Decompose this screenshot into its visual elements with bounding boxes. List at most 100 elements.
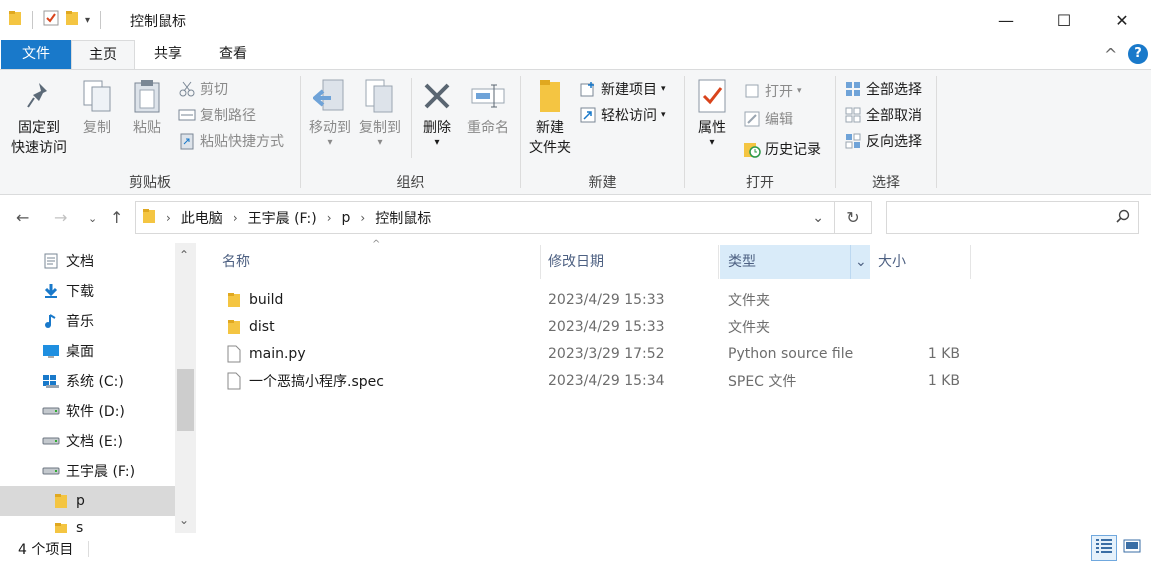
music-icon [42, 312, 60, 330]
breadcrumb-p[interactable]: p [342, 210, 351, 226]
search-input[interactable] [886, 201, 1139, 234]
tab-file[interactable]: 文件 [1, 40, 71, 69]
copy-button[interactable]: 复制 [76, 78, 118, 138]
details-view-button[interactable] [1091, 535, 1117, 561]
column-divider[interactable] [718, 245, 719, 279]
move-to-chevron-icon: ▾ [327, 137, 333, 148]
column-filter-chevron-icon[interactable]: ⌄ [850, 245, 870, 279]
pin-quick-access-button[interactable]: 固定到 快速访问 [6, 78, 72, 158]
address-dropdown-chevron-icon[interactable]: ⌄ [812, 210, 824, 226]
edit-button[interactable]: 编辑 [743, 108, 793, 130]
select-none-button[interactable]: 全部取消 [844, 104, 922, 126]
nav-item-desktop[interactable]: 桌面 [0, 336, 175, 366]
new-folder-label-line2: 文件夹 [529, 140, 571, 156]
file-type: Python source file [728, 345, 854, 362]
rename-button[interactable]: 重命名 [461, 78, 515, 138]
address-bar[interactable]: › 此电脑 › 王宇晨 (F:) › p › 控制鼠标 ⌄ [135, 201, 835, 234]
help-icon[interactable]: ? [1128, 44, 1148, 64]
file-row[interactable]: main.py 2023/3/29 17:52 Python source fi… [220, 340, 980, 367]
nav-item-documents[interactable]: 文档 [0, 246, 175, 276]
folder-icon [52, 492, 70, 510]
nav-item-drive-c[interactable]: 系统 (C:) [0, 366, 175, 396]
tab-home[interactable]: 主页 [71, 40, 135, 70]
nav-item-drive-e[interactable]: 文档 (E:) [0, 426, 175, 456]
customize-toolbar-chevron-icon[interactable]: ▾ [85, 15, 90, 26]
history-button[interactable]: 历史记录 [743, 138, 821, 160]
cut-label: 剪切 [200, 82, 228, 98]
select-group: 全部选择 全部取消 反向选择 选择 [836, 70, 936, 194]
paste-label: 粘贴 [133, 120, 161, 136]
scroll-up-chevron-icon[interactable]: ⌃ [179, 248, 189, 262]
nav-item-folder-p[interactable]: p [0, 486, 175, 516]
search-icon [1116, 209, 1130, 227]
window-title: 控制鼠标 [130, 14, 186, 30]
new-item-button[interactable]: 新建项目 ▾ [579, 78, 666, 100]
folder-icon [142, 208, 156, 228]
breadcrumb-chevron-icon[interactable]: › [166, 211, 171, 225]
breadcrumb-current-folder[interactable]: 控制鼠标 [375, 208, 431, 228]
breadcrumb-this-pc[interactable]: 此电脑 [181, 208, 223, 228]
close-button[interactable]: ✕ [1093, 0, 1151, 40]
paste-shortcut-button[interactable]: 粘贴快捷方式 [178, 130, 284, 152]
scrollbar-thumb[interactable] [177, 369, 194, 431]
copy-label: 复制 [83, 120, 111, 136]
forward-arrow-icon[interactable]: → [54, 208, 67, 227]
recent-locations-chevron-icon[interactable]: ⌄ [88, 212, 97, 225]
file-row[interactable]: 一个恶搞小程序.spec 2023/4/29 15:34 SPEC 文件 1 K… [220, 367, 980, 394]
column-header-type[interactable]: 类型 [720, 245, 850, 279]
nav-item-downloads[interactable]: 下载 [0, 276, 175, 306]
properties-button[interactable]: 属性 ▾ [689, 78, 735, 148]
large-icons-view-button[interactable] [1119, 535, 1145, 561]
refresh-button[interactable]: ↻ [835, 201, 872, 234]
document-icon [42, 252, 60, 270]
new-folder-button[interactable]: 新建 文件夹 [523, 78, 577, 158]
breadcrumb-chevron-icon[interactable]: › [327, 211, 332, 225]
open-button[interactable]: 打开 ▾ [743, 80, 802, 102]
up-arrow-icon[interactable]: ↑ [110, 208, 123, 227]
cut-button[interactable]: 剪切 [178, 78, 228, 100]
nav-item-folder-s[interactable]: s [0, 516, 175, 533]
new-folder-label-line1: 新建 [536, 120, 564, 136]
invert-selection-label: 反向选择 [866, 134, 922, 150]
file-row[interactable]: dist 2023/4/29 15:33 文件夹 [220, 313, 980, 340]
easy-access-chevron-icon: ▾ [661, 110, 666, 120]
ribbon-divider [936, 76, 937, 188]
new-group-label: 新建 [588, 175, 617, 191]
tab-share[interactable]: 共享 [136, 40, 200, 69]
properties-check-icon[interactable] [43, 10, 59, 30]
file-name: build [249, 291, 284, 308]
delete-button[interactable]: 删除 ▾ [417, 78, 457, 148]
column-header-size[interactable]: 大小 [870, 245, 970, 279]
nav-item-drive-d[interactable]: 软件 (D:) [0, 396, 175, 426]
move-to-button[interactable]: 移动到 ▾ [305, 78, 355, 148]
paste-button[interactable]: 粘贴 [126, 78, 168, 138]
new-folder-icon[interactable] [65, 10, 79, 30]
nav-item-drive-f[interactable]: 王宇晨 (F:) [0, 456, 175, 486]
breadcrumb-chevron-icon[interactable]: › [360, 211, 365, 225]
rename-icon [470, 78, 506, 114]
easy-access-button[interactable]: 轻松访问 ▾ [579, 104, 666, 126]
select-all-button[interactable]: 全部选择 [844, 78, 922, 100]
breadcrumb-drive-f[interactable]: 王宇晨 (F:) [248, 208, 317, 228]
file-date: 2023/4/29 15:34 [548, 372, 665, 389]
nav-item-music[interactable]: 音乐 [0, 306, 175, 336]
minimize-button[interactable]: — [977, 0, 1035, 40]
breadcrumb-chevron-icon[interactable]: › [233, 211, 238, 225]
file-row[interactable]: build 2023/4/29 15:33 文件夹 [220, 286, 980, 313]
delete-x-icon [419, 78, 455, 114]
copy-path-button[interactable]: 复制路径 [178, 104, 256, 126]
invert-selection-button[interactable]: 反向选择 [844, 130, 922, 152]
maximize-button[interactable]: ☐ [1035, 0, 1093, 40]
column-header-name[interactable]: 名称 [214, 245, 540, 279]
scroll-down-chevron-icon[interactable]: ⌄ [179, 513, 189, 527]
column-header-date[interactable]: 修改日期 [540, 245, 720, 279]
select-group-label: 选择 [872, 175, 900, 191]
back-arrow-icon[interactable]: ← [16, 208, 29, 227]
column-divider[interactable] [970, 245, 971, 279]
nav-item-label: 音乐 [66, 314, 94, 330]
collapse-ribbon-chevron-icon[interactable]: ^ [1104, 45, 1117, 64]
navigation-pane-scrollbar[interactable]: ⌃ ⌄ [175, 243, 196, 533]
copy-to-button[interactable]: 复制到 ▾ [355, 78, 405, 148]
delete-chevron-icon: ▾ [434, 137, 440, 148]
tab-view[interactable]: 查看 [200, 40, 266, 69]
